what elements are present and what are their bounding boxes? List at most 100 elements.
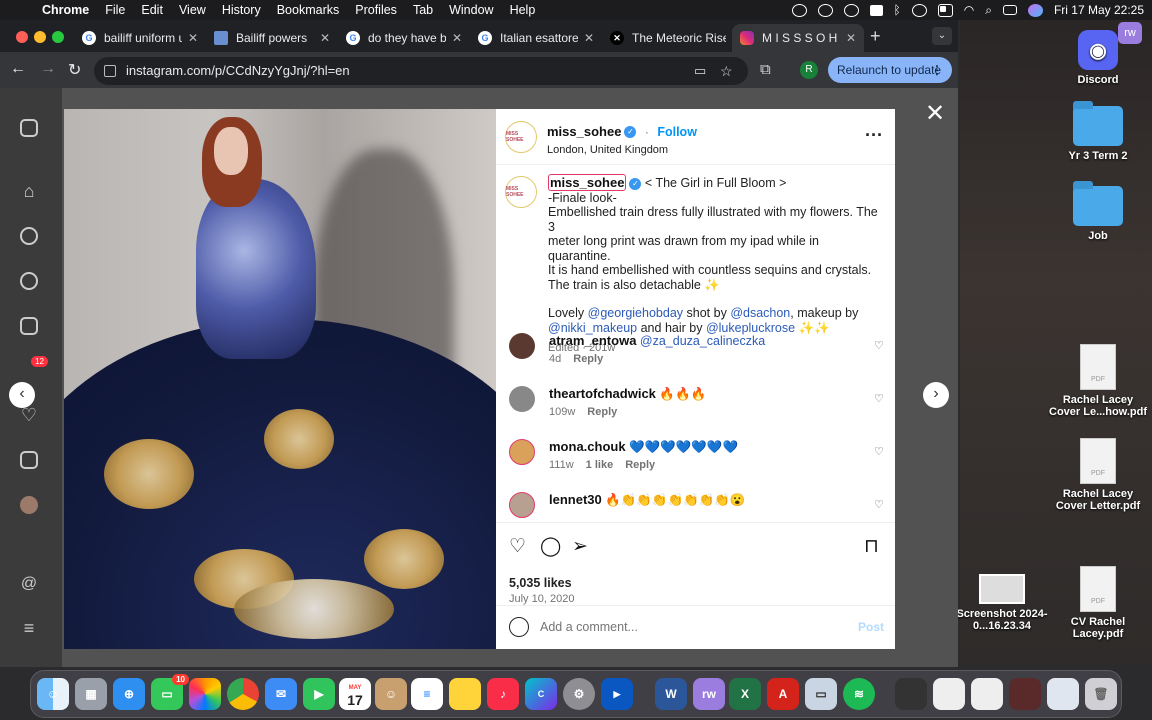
reply-button[interactable]: Reply	[573, 353, 603, 365]
tab-do-they-have-bailiffs[interactable]: G do they have bailiffs ✕	[338, 24, 470, 52]
preview-app[interactable]: ▭	[805, 678, 837, 710]
rw-dock-app[interactable]: rw	[693, 678, 725, 710]
caption-username[interactable]: miss_sohee	[548, 174, 627, 191]
desktop-folder-yr3[interactable]: Yr 3 Term 2	[1048, 101, 1148, 162]
recent-window-thumb[interactable]	[895, 678, 927, 710]
photos-app[interactable]	[189, 678, 221, 710]
previous-post-button[interactable]: ‹	[9, 382, 35, 408]
window-minimize-button[interactable]	[34, 31, 46, 43]
tab-bailiff-uniform[interactable]: G bailiff uniform uk ✕	[74, 24, 206, 52]
commenter-username[interactable]: mona.chouk	[549, 439, 626, 454]
comment-like-heart-icon[interactable]: ♡	[874, 445, 884, 458]
comments-scroll-area[interactable]: MISS SOHEE miss_sohee ✓ < The Girl in Ful…	[496, 166, 895, 522]
sky-go-app[interactable]: ▶	[601, 678, 633, 710]
comment-input[interactable]	[540, 616, 840, 638]
rw-app-icon[interactable]: rw	[1118, 22, 1142, 44]
commenter-avatar[interactable]	[509, 333, 535, 359]
reels-icon[interactable]	[18, 315, 40, 337]
comment-like-heart-icon[interactable]: ♡	[874, 339, 884, 352]
new-tab-button[interactable]: +	[870, 26, 881, 47]
close-post-icon[interactable]: ✕	[925, 99, 945, 128]
messages-app[interactable]: ▭ 10	[151, 674, 189, 710]
desktop-folder-job[interactable]: Job	[1048, 181, 1148, 242]
menu-bookmarks[interactable]: Bookmarks	[269, 3, 348, 17]
tab-close-icon[interactable]: ✕	[188, 31, 198, 45]
commenter-avatar[interactable]	[509, 386, 535, 412]
battery-icon[interactable]	[937, 3, 953, 17]
word-app[interactable]: W	[655, 678, 687, 710]
save-bookmark-icon[interactable]: ⊓	[864, 535, 879, 558]
tab-close-icon[interactable]: ✕	[320, 31, 330, 45]
menu-app-name[interactable]: Chrome	[40, 3, 97, 17]
tab-italian-esattore[interactable]: G Italian esattore ✕	[470, 24, 602, 52]
commenter-avatar[interactable]	[509, 492, 535, 518]
mention-georgiehobday[interactable]: @georgiehobday	[588, 306, 683, 320]
mail-app[interactable]: ✉	[265, 678, 297, 710]
tab-close-icon[interactable]: ✕	[584, 31, 594, 45]
recent-doc-thumb[interactable]	[1047, 678, 1079, 710]
creative-cloud-icon[interactable]	[791, 3, 807, 17]
contacts-app[interactable]: ☺	[375, 678, 407, 710]
reload-button[interactable]: ↻	[68, 60, 81, 80]
recent-doc-thumb[interactable]	[1009, 678, 1041, 710]
desktop-pdf-cv[interactable]: CV Rachel Lacey.pdf	[1048, 566, 1148, 640]
system-settings-app[interactable]: ⚙	[563, 678, 595, 710]
menubar-clock[interactable]: Fri 17 May 22:25	[1054, 3, 1144, 17]
menu-help[interactable]: Help	[502, 3, 544, 17]
comment-bubble-icon[interactable]: ◯	[540, 535, 561, 558]
menu-profiles[interactable]: Profiles	[347, 3, 405, 17]
bluetooth-icon[interactable]: ᛒ	[894, 3, 901, 17]
chrome-app[interactable]	[227, 678, 259, 710]
mention-dsachon[interactable]: @dsachon	[730, 306, 790, 320]
site-info-icon[interactable]	[104, 65, 116, 77]
desktop-pdf-coverlet-short[interactable]: Rachel Lacey Cover Le...how.pdf	[1048, 344, 1148, 418]
more-menu-icon[interactable]: ≡	[18, 617, 40, 639]
messages-status-icon[interactable]	[869, 4, 883, 16]
tab-close-icon[interactable]: ✕	[452, 31, 462, 45]
siri-icon[interactable]	[1027, 3, 1043, 17]
facetime-app[interactable]: ▶	[303, 678, 335, 710]
commenter-username[interactable]: lennet30	[549, 492, 602, 507]
play-icon[interactable]	[911, 3, 927, 17]
more-options-icon[interactable]: ···	[865, 125, 883, 146]
control-center-icon[interactable]	[1002, 5, 1017, 15]
comment-like-count[interactable]: 1 like	[586, 459, 614, 471]
tab-close-icon[interactable]: ✕	[846, 31, 856, 45]
commenter-username[interactable]: theartofchadwick	[549, 386, 656, 401]
author-avatar[interactable]: MISS SOHEE	[505, 176, 537, 208]
menu-window[interactable]: Window	[441, 3, 501, 17]
music-app[interactable]: ♪	[487, 678, 519, 710]
likes-count[interactable]: 5,035 likes	[509, 576, 572, 590]
share-send-icon[interactable]: ➢	[572, 535, 588, 558]
explore-icon[interactable]	[18, 270, 40, 292]
forward-button[interactable]: →	[40, 60, 56, 78]
profile-avatar[interactable]: R	[800, 61, 818, 79]
comment-text[interactable]: @za_duza_calineczka	[640, 334, 765, 348]
home-icon[interactable]: ⌂	[18, 180, 40, 202]
wifi-icon[interactable]: ◠	[964, 3, 974, 17]
cast-icon[interactable]: ▭	[694, 57, 706, 85]
window-zoom-button[interactable]	[52, 31, 64, 43]
kebab-menu-icon[interactable]: ⋮	[931, 57, 943, 83]
menu-file[interactable]: File	[97, 3, 133, 17]
excel-app[interactable]: X	[729, 678, 761, 710]
profile-avatar-icon[interactable]	[18, 494, 40, 516]
tab-meteoric-rise[interactable]: ✕ The Meteoric Rise	[602, 24, 734, 52]
menu-tab[interactable]: Tab	[405, 3, 441, 17]
notes-app[interactable]	[449, 678, 481, 710]
finder-app[interactable]: ☺	[37, 678, 69, 710]
trash-icon[interactable]: 🗑	[1085, 678, 1117, 710]
address-bar[interactable]: instagram.com/p/CCdNzyYgJnj/?hl=en ▭ ☆	[94, 57, 748, 85]
menu-history[interactable]: History	[214, 3, 269, 17]
reply-button[interactable]: Reply	[587, 406, 617, 418]
comment-like-heart-icon[interactable]: ♡	[874, 392, 884, 405]
author-username[interactable]: miss_sohee	[547, 124, 621, 139]
emoji-icon[interactable]	[509, 617, 529, 637]
author-avatar[interactable]: MISS SOHEE	[505, 121, 537, 153]
post-photo[interactable]	[64, 109, 496, 649]
vpn-icon[interactable]	[843, 3, 859, 17]
search-icon[interactable]	[18, 225, 40, 247]
like-heart-icon[interactable]: ♡	[509, 535, 526, 558]
desktop-pdf-coverletter[interactable]: Rachel Lacey Cover Letter.pdf	[1048, 438, 1148, 512]
relaunch-button[interactable]: Relaunch to update ⋮	[828, 57, 952, 83]
